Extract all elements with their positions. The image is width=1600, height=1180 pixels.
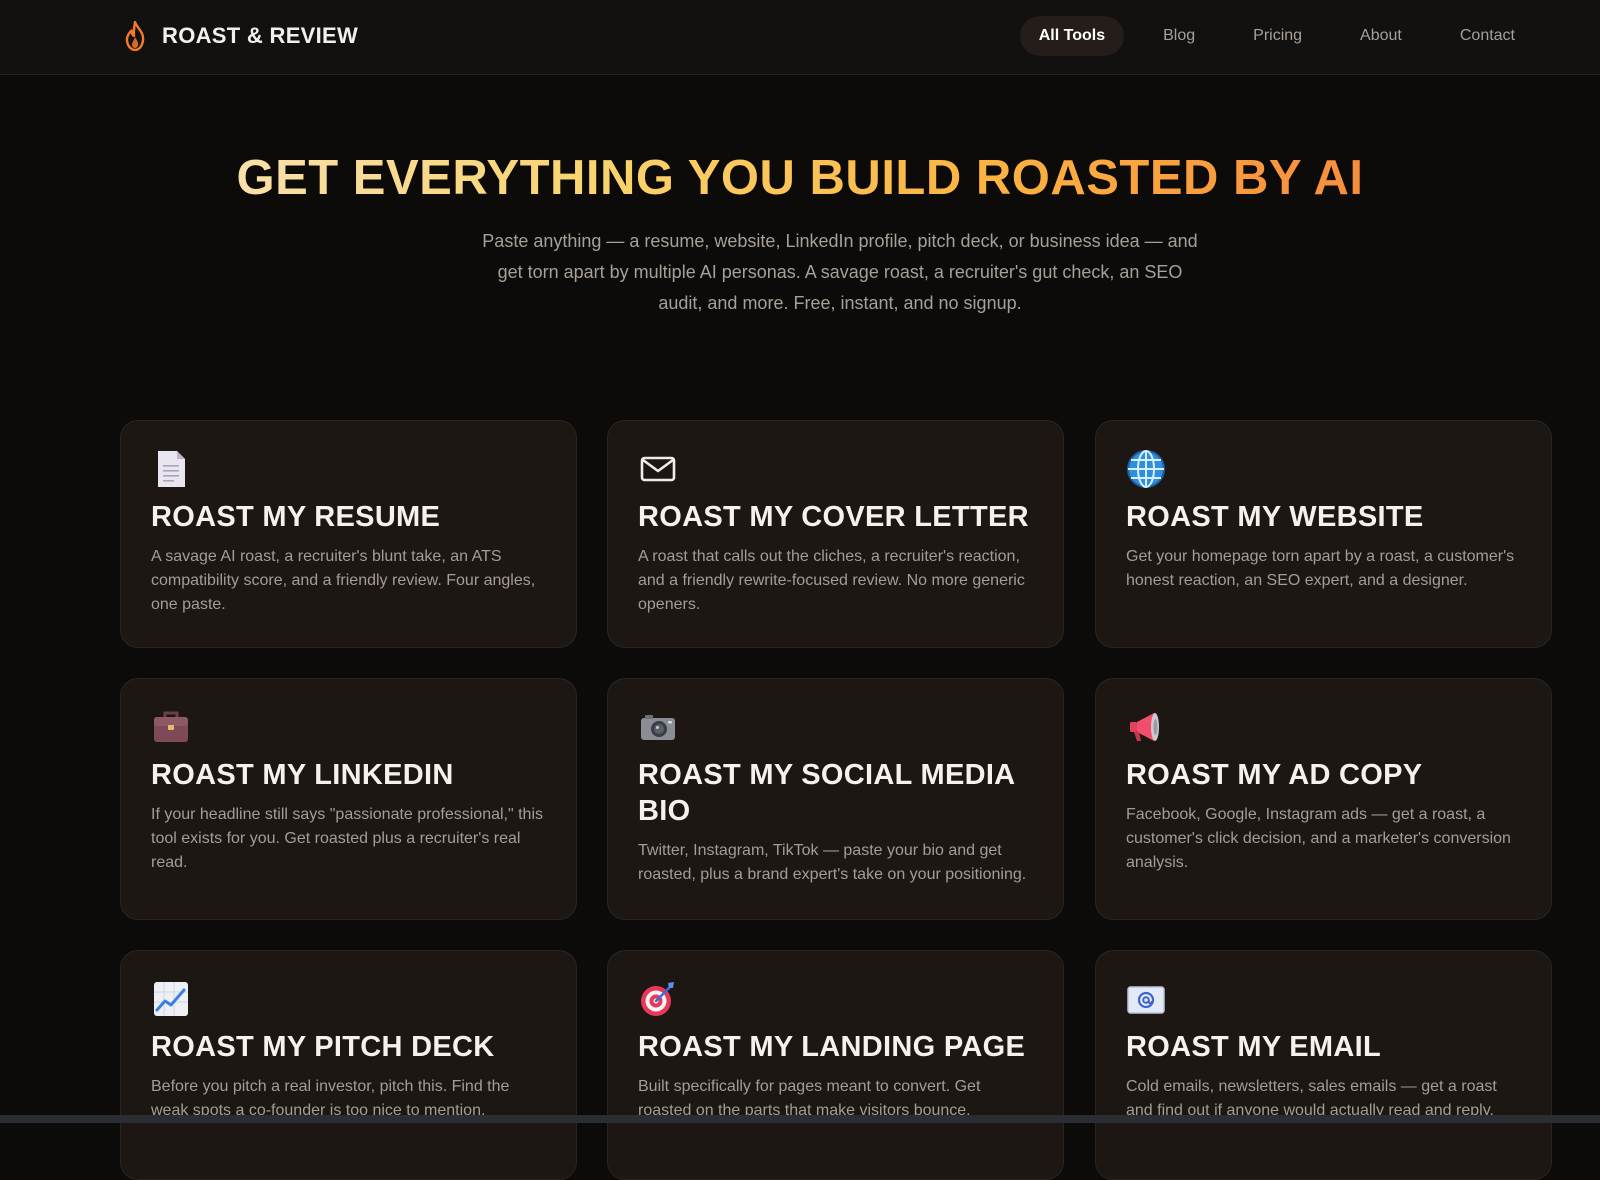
hero-subtitle: Paste anything — a resume, website, Link… <box>482 231 1198 313</box>
nav-all-tools[interactable]: All Tools <box>1019 16 1125 56</box>
main-nav: All Tools Blog Pricing About Contact <box>1019 16 1534 56</box>
tool-card-description: Facebook, Google, Instagram ads — get a … <box>1126 806 1511 871</box>
chart-up-icon <box>154 982 188 1016</box>
tool-card-title: ROAST MY SOCIAL MEDIA BIO <box>638 759 1015 827</box>
tool-card-title: ROAST MY EMAIL <box>1126 1031 1382 1063</box>
tool-card-social-media-bio[interactable]: ROAST MY SOCIAL MEDIA BIO Twitter, Insta… <box>607 678 1064 920</box>
window-bottom-edge <box>0 1115 1600 1123</box>
tool-card-description: A savage AI roast, a recruiter's blunt t… <box>151 548 536 613</box>
email-icon <box>1127 986 1165 1014</box>
brand-name: ROAST & REVIEW <box>162 23 359 48</box>
flame-icon <box>125 21 145 51</box>
tool-card-description: A roast that calls out the cliches, a re… <box>638 548 1025 613</box>
nav-pricing[interactable]: Pricing <box>1234 16 1321 56</box>
tool-card-cover-letter[interactable]: ROAST MY COVER LETTER A roast that calls… <box>607 420 1064 648</box>
briefcase-icon <box>154 711 188 742</box>
nav-contact[interactable]: Contact <box>1441 16 1534 56</box>
envelope-icon <box>640 456 676 482</box>
tool-card-description: Twitter, Instagram, TikTok — paste your … <box>638 842 1027 883</box>
tool-card-title: ROAST MY PITCH DECK <box>151 1031 495 1063</box>
megaphone-icon <box>1130 713 1159 741</box>
tool-card-resume[interactable]: ROAST MY RESUME A savage AI roast, a rec… <box>120 420 577 648</box>
tool-card-ad-copy[interactable]: ROAST MY AD COPY Facebook, Google, Insta… <box>1095 678 1552 920</box>
tool-card-title: ROAST MY LINKEDIN <box>151 759 454 791</box>
target-icon <box>641 982 674 1016</box>
camera-icon <box>641 715 675 740</box>
tool-card-title: ROAST MY AD COPY <box>1126 759 1423 791</box>
tool-card-title: ROAST MY RESUME <box>151 501 441 533</box>
tool-card-title: ROAST MY COVER LETTER <box>638 501 1029 533</box>
tool-card-email[interactable]: ROAST MY EMAIL Cold emails, newsletters,… <box>1095 950 1552 1180</box>
tool-card-website[interactable]: ROAST MY WEBSITE Get your homepage torn … <box>1095 420 1552 648</box>
tool-card-title: ROAST MY WEBSITE <box>1126 501 1424 533</box>
document-icon <box>158 451 185 487</box>
globe-icon <box>1127 450 1165 488</box>
hero-title: GET EVERYTHING YOU BUILD ROASTED BY AI <box>0 150 1600 206</box>
nav-about[interactable]: About <box>1341 16 1421 56</box>
tool-card-title: ROAST MY LANDING PAGE <box>638 1031 1026 1063</box>
nav-blog[interactable]: Blog <box>1144 16 1214 56</box>
tool-card-linkedin[interactable]: ROAST MY LINKEDIN If your headline still… <box>120 678 577 920</box>
tool-card-landing-page[interactable]: ROAST MY LANDING PAGE Built specifically… <box>607 950 1064 1180</box>
top-navigation-bar: ROAST & REVIEW All Tools Blog Pricing Ab… <box>0 0 1600 75</box>
tool-card-pitch-deck[interactable]: ROAST MY PITCH DECK Before you pitch a r… <box>120 950 577 1180</box>
tool-card-description: If your headline still says "passionate … <box>151 806 544 871</box>
tool-card-description: Get your homepage torn apart by a roast,… <box>1126 548 1515 589</box>
brand-logo[interactable]: ROAST & REVIEW <box>124 18 358 54</box>
